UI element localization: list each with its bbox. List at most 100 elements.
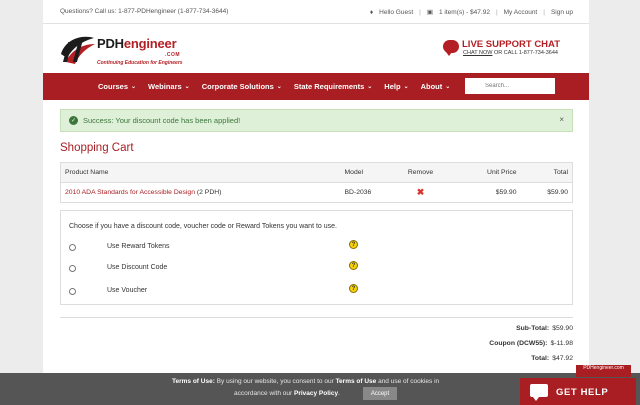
logo-wordmark: PDHengineer: [97, 36, 177, 51]
success-alert: ✓ Success: Your discount code has been a…: [60, 109, 573, 132]
call-us-text: Questions? Call us: 1-877-PDHengineer (1…: [60, 8, 229, 15]
voucher-radio[interactable]: [69, 288, 76, 295]
terms-label: Terms of Use:: [172, 378, 215, 385]
cookie-text-3: accordance with our: [234, 390, 294, 397]
col-model: Model: [340, 162, 391, 183]
cookie-text-2: and use of cookies in: [376, 378, 440, 385]
cart-table-header: Product Name Model Remove Unit Price Tot…: [60, 162, 573, 183]
cart-icon: ▣: [426, 9, 433, 16]
privacy-link[interactable]: Privacy Policy: [294, 390, 338, 397]
col-unit-price: Unit Price: [450, 162, 521, 183]
discount-intro: Choose if you have a discount code, vouc…: [69, 223, 337, 230]
close-icon[interactable]: ×: [559, 115, 564, 124]
nav-corporate-solutions-label: Corporate Solutions: [201, 82, 274, 91]
subtotal-value: $59.90: [552, 325, 573, 332]
discount-code-label: Use Discount Code: [107, 264, 168, 271]
cookie-line-2: accordance with our Privacy Policy.: [234, 390, 454, 397]
logo-mark-icon: [61, 36, 95, 64]
total-label: Total:: [531, 355, 550, 362]
chat-icon: [530, 384, 548, 401]
discount-panel: Choose if you have a discount code, vouc…: [60, 210, 573, 305]
remove-icon[interactable]: ✖: [417, 187, 425, 197]
page-container: Questions? Call us: 1-877-PDHengineer (1…: [43, 0, 589, 405]
chevron-down-icon: ⌄: [403, 84, 409, 90]
check-circle-icon: ✓: [69, 116, 78, 125]
unit-price-cell: $59.90: [450, 182, 521, 203]
model-cell: BD-2036: [340, 182, 391, 203]
voucher-label: Use Voucher: [107, 287, 148, 294]
nav-corporate-solutions[interactable]: Corporate Solutions ⌄: [202, 82, 282, 91]
nav-state-requirements[interactable]: State Requirements ⌄: [294, 82, 372, 91]
chevron-down-icon: ⌄: [184, 84, 190, 90]
live-support-chat[interactable]: LIVE SUPPORT CHAT CHAT NOW OR CALL 1-877…: [443, 38, 573, 60]
reward-tokens-radio[interactable]: [69, 244, 76, 251]
totals-divider: [60, 317, 573, 318]
cookie-text-4: .: [338, 390, 340, 397]
greeting-link[interactable]: Hello Guest: [379, 9, 413, 16]
support-call-text: OR CALL 1-877-734-3644: [492, 50, 558, 56]
chevron-down-icon: ⌄: [367, 84, 373, 90]
get-help-label: GET HELP: [556, 387, 609, 398]
option-discount-code[interactable]: Use Discount Code ?: [69, 261, 559, 276]
chevron-down-icon: ⌄: [445, 84, 451, 90]
get-help-button[interactable]: GET HELP: [520, 378, 636, 405]
nav-webinars-label: Webinars: [148, 82, 182, 91]
product-cell: 2010 ADA Standards for Accessible Design…: [60, 182, 341, 203]
alert-message: Success: Your discount code has been app…: [83, 116, 241, 125]
coupon-row: Coupon (DCW55): $-11.98: [373, 340, 573, 347]
cookie-line-1: Terms of Use: By using our website, you …: [172, 378, 472, 385]
nav-about-label: About: [420, 82, 443, 91]
site-logo[interactable]: PDHengineer .COM Continuing Education fo…: [57, 32, 217, 66]
accept-button[interactable]: Accept: [363, 387, 397, 400]
reward-tokens-label: Use Reward Tokens: [107, 243, 170, 250]
divider: |: [543, 8, 545, 16]
cart-summary-link[interactable]: 1 item(s) - $47.92: [439, 9, 490, 16]
chevron-down-icon: ⌄: [131, 84, 137, 90]
nav-state-requirements-label: State Requirements: [293, 82, 365, 91]
top-bar-links: ♦ Hello Guest | ▣ 1 item(s) - $47.92 | M…: [369, 8, 573, 17]
main-nav: Courses ⌄ Webinars ⌄ Corporate Solutions ⌄ …: [43, 73, 589, 100]
remove-cell: ✖: [390, 182, 451, 203]
terms-link[interactable]: Terms of Use: [336, 378, 377, 385]
logo-com: .COM: [165, 52, 181, 58]
help-icon[interactable]: ?: [349, 240, 358, 249]
cookie-text-1: By using our website, you consent to our: [214, 378, 336, 385]
total-value: $47.92: [552, 355, 573, 362]
product-link[interactable]: 2010 ADA Standards for Accessible Design: [65, 189, 195, 196]
table-row: 2010 ADA Standards for Accessible Design…: [60, 182, 573, 203]
chevron-down-icon: ⌄: [276, 84, 282, 90]
chat-now-link[interactable]: CHAT NOW: [463, 50, 492, 56]
col-total: Total: [520, 162, 573, 183]
nav-about[interactable]: About ⌄: [421, 82, 451, 91]
coupon-label: Coupon (DCW55):: [489, 340, 548, 347]
logo-brand-engineer: engineer: [123, 36, 177, 51]
nav-help[interactable]: Help ⌄: [384, 82, 408, 91]
logo-brand-pdh: PDH: [97, 36, 124, 51]
cart-table: Product Name Model Remove Unit Price Tot…: [60, 162, 573, 203]
divider: |: [495, 8, 498, 16]
chat-bubble-icon: [443, 40, 459, 56]
divider: |: [419, 8, 421, 16]
option-reward-tokens[interactable]: Use Reward Tokens ?: [69, 240, 559, 255]
help-icon[interactable]: ?: [349, 261, 358, 270]
total-cell: $59.90: [520, 182, 573, 203]
product-hours: (2 PDH): [194, 189, 222, 196]
my-account-link[interactable]: My Account: [504, 9, 538, 16]
search-input[interactable]: [465, 78, 555, 94]
user-icon: ♦: [369, 8, 374, 16]
nav-webinars[interactable]: Webinars ⌄: [148, 82, 190, 91]
col-remove: Remove: [390, 162, 451, 183]
help-badge: PDHengineer.com: [576, 365, 631, 377]
nav-help-label: Help: [384, 82, 401, 91]
top-bar: Questions? Call us: 1-877-PDHengineer (1…: [43, 0, 589, 24]
nav-courses[interactable]: Courses ⌄: [98, 82, 136, 91]
option-voucher[interactable]: Use Voucher ?: [69, 284, 559, 299]
subtotal-label: Sub-Total:: [516, 325, 550, 332]
logo-tagline: Continuing Education for Engineers: [97, 60, 183, 66]
help-icon[interactable]: ?: [349, 284, 358, 293]
discount-code-radio[interactable]: [69, 265, 76, 272]
support-subtext: CHAT NOW OR CALL 1-877-734-3644: [463, 50, 558, 56]
sign-up-link[interactable]: Sign up: [551, 9, 573, 16]
page-title: Shopping Cart: [60, 142, 134, 154]
site-header: PDHengineer .COM Continuing Education fo…: [43, 24, 589, 72]
